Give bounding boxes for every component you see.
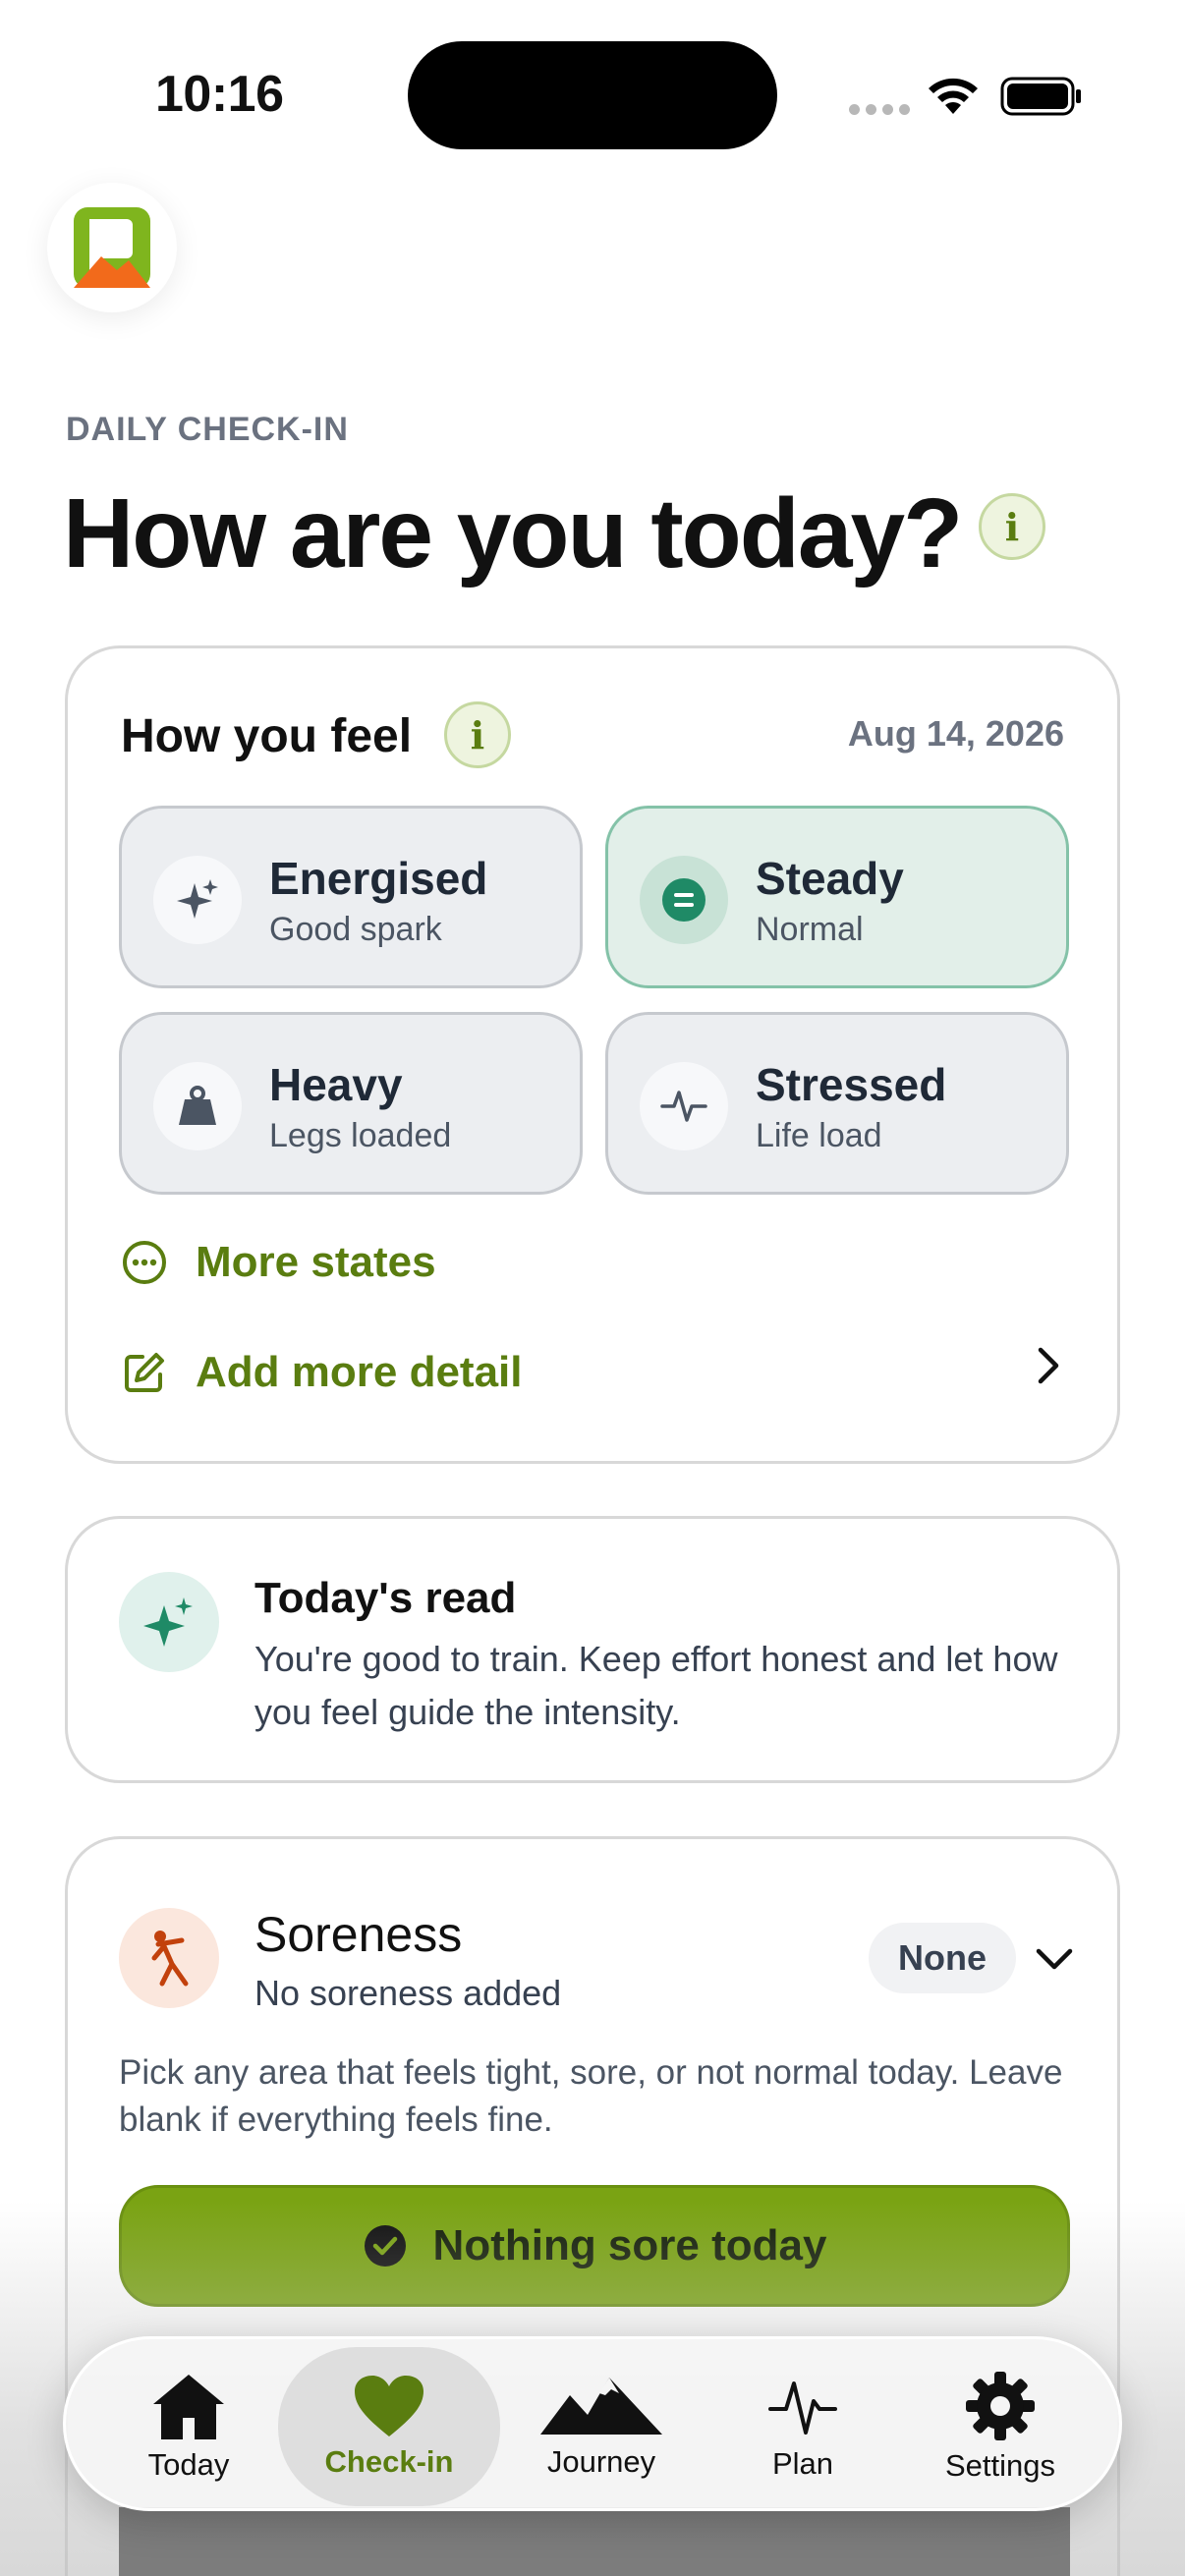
tab-label: Journey: [546, 2444, 656, 2479]
soreness-title: Soreness: [254, 1907, 463, 1962]
tab-label: Plan: [771, 2446, 834, 2481]
feel-info-button[interactable]: i: [444, 701, 511, 768]
soreness-help-text: Pick any area that feels tight, sore, or…: [119, 2053, 1063, 2139]
mood-label: Heavy: [269, 1059, 403, 1110]
check-in-date: Aug 14, 2026: [847, 713, 1064, 754]
mood-label: Energised: [269, 853, 488, 904]
tab-settings[interactable]: Settings: [907, 2339, 1094, 2514]
chevron-down-icon[interactable]: [1033, 1937, 1076, 1981]
status-time: 10:16: [155, 66, 284, 123]
mood-option-stressed[interactable]: Stressed Life load: [605, 1012, 1069, 1195]
sparkle-icon: [119, 1572, 219, 1672]
add-detail-button[interactable]: Add more detail: [121, 1348, 523, 1397]
logo-icon: [74, 207, 150, 288]
tab-label: Settings: [944, 2448, 1055, 2483]
todays-read-body: You're good to train. Keep effort honest…: [254, 1639, 1058, 1732]
todays-read-title: Today's read: [254, 1574, 517, 1622]
mood-label: Steady: [756, 853, 904, 904]
stretch-figure-icon: [119, 1908, 219, 2008]
edit-icon: [125, 1353, 164, 1392]
wifi-icon: [929, 78, 978, 114]
nothing-sore-label: Nothing sore today: [432, 2221, 827, 2269]
heart-icon: [355, 2376, 423, 2436]
weight-icon: [153, 1062, 242, 1150]
mood-option-steady[interactable]: Steady Normal: [605, 806, 1069, 988]
add-detail-label: Add more detail: [196, 1348, 523, 1396]
mood-sub: Normal: [756, 911, 864, 948]
tab-journey[interactable]: Journey: [503, 2339, 700, 2514]
app-logo[interactable]: [47, 183, 177, 312]
tab-label: Check-in: [324, 2444, 454, 2479]
dynamic-island: [408, 41, 777, 149]
gear-icon: [966, 2372, 1035, 2440]
tab-plan[interactable]: Plan: [714, 2339, 891, 2514]
equals-icon: [640, 856, 728, 944]
mood-option-energised[interactable]: Energised Good spark: [119, 806, 583, 988]
page-title: How are you today?: [63, 478, 963, 588]
mood-sub: Legs loaded: [269, 1117, 452, 1154]
how-you-feel-card: How you feel i Aug 14, 2026 Energised Go…: [65, 645, 1120, 1464]
mountains-icon: [540, 2378, 662, 2435]
eyebrow-label: DAILY CHECK-IN: [66, 411, 349, 448]
pulse-icon: [768, 2381, 837, 2435]
mood-label: Stressed: [756, 1059, 947, 1110]
chevron-right-icon[interactable]: [1029, 1346, 1068, 1385]
nothing-sore-button[interactable]: Nothing sore today: [119, 2185, 1070, 2307]
soreness-status-badge[interactable]: None: [869, 1923, 1016, 1993]
tab-today[interactable]: Today: [105, 2339, 272, 2514]
tab-label: Today: [147, 2447, 230, 2482]
status-bar: 10:16: [0, 0, 1185, 187]
cellular-signal-icon: [849, 104, 910, 115]
pulse-icon: [640, 1062, 728, 1150]
title-info-button[interactable]: i: [979, 493, 1045, 560]
tab-bar: Today Check-in Journey Plan Settings: [63, 2336, 1122, 2511]
more-dots-icon: [123, 1241, 166, 1284]
mood-option-heavy[interactable]: Heavy Legs loaded: [119, 1012, 583, 1195]
body-map-preview[interactable]: [119, 2507, 1070, 2576]
battery-icon: [1000, 77, 1081, 116]
house-icon: [153, 2375, 224, 2439]
soreness-subtitle: No soreness added: [254, 1973, 562, 2013]
feel-card-title: How you feel: [121, 710, 413, 762]
check-circle-icon: [364, 2225, 406, 2267]
mood-sub: Life load: [756, 1117, 882, 1154]
todays-read-card: Today's read You're good to train. Keep …: [65, 1516, 1120, 1783]
more-states-button[interactable]: More states: [121, 1238, 436, 1287]
more-states-label: More states: [196, 1238, 436, 1286]
mood-sub: Good spark: [269, 911, 442, 948]
sparkle-icon: [153, 856, 242, 944]
tab-check-in[interactable]: Check-in: [278, 2347, 500, 2506]
